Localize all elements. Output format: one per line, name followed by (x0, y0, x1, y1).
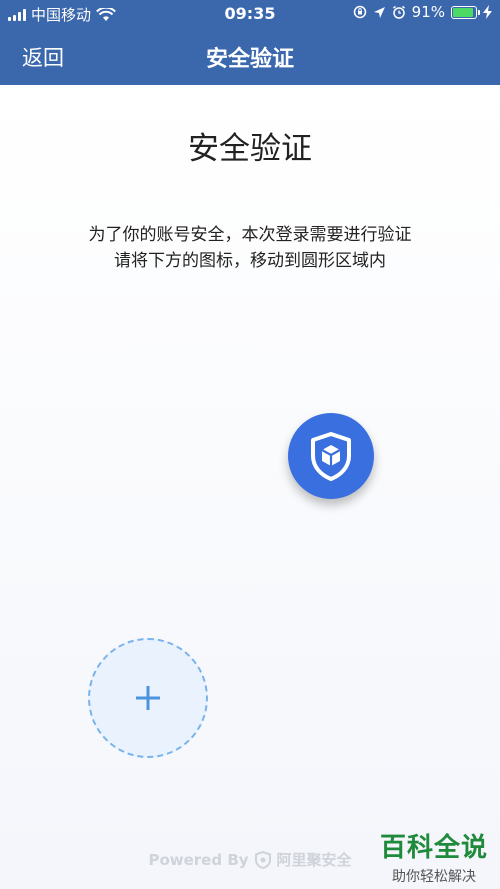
instruction-line-2: 请将下方的图标，移动到圆形区域内 (114, 251, 386, 271)
location-arrow-icon (373, 6, 385, 18)
battery-level-fill (453, 7, 474, 17)
top-header: 中国移动 09:35 91% 返回 安全验证 (0, 0, 500, 85)
shield-cube-icon (311, 432, 351, 481)
nav-title: 安全验证 (205, 47, 294, 72)
watermark-title: 百科全说 (379, 833, 488, 863)
watermark: 百科全说 助你轻松解决 (380, 827, 488, 886)
provider-shield-icon (254, 850, 271, 869)
instructions: 为了你的账号安全，本次登录需要进行验证 请将下方的图标，移动到圆形区域内 (0, 222, 500, 274)
verification-content: 安全验证 为了你的账号安全，本次登录需要进行验证 请将下方的图标，移动到圆形区域… (0, 85, 500, 889)
watermark-subtitle: 助你轻松解决 (391, 869, 476, 885)
drop-target-circle[interactable] (88, 638, 208, 758)
draggable-shield-button[interactable] (288, 413, 374, 499)
status-bar: 中国移动 09:35 91% (0, 0, 500, 28)
page-title: 安全验证 (188, 131, 312, 167)
charging-bolt-icon (483, 5, 492, 19)
powered-by-label: Powered By (148, 850, 249, 869)
status-right: 91% (353, 3, 492, 21)
provider-name: 阿里聚安全 (276, 851, 352, 869)
battery-icon (451, 5, 480, 19)
instruction-line-1: 为了你的账号安全，本次登录需要进行验证 (88, 225, 412, 245)
alarm-icon (392, 5, 405, 19)
navigation-bar: 返回 安全验证 (0, 28, 500, 85)
plus-icon (136, 686, 160, 710)
battery-percent: 91% (411, 3, 445, 21)
orientation-lock-icon (353, 5, 366, 19)
